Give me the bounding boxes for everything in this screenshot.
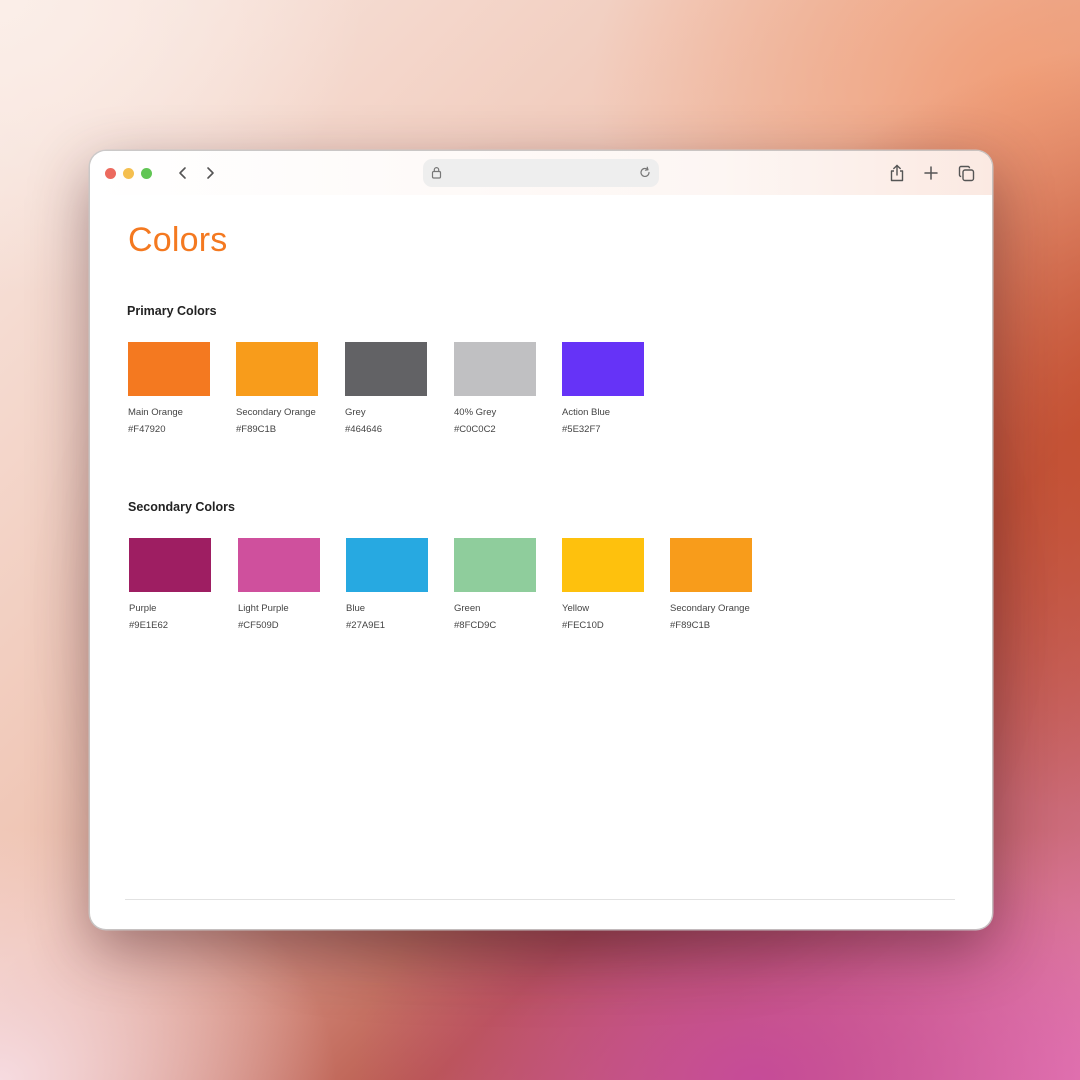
- swatch-name: Green: [454, 603, 481, 614]
- swatch-card-green: Green #8FCD9C: [454, 538, 554, 631]
- swatch-hex: #F89C1B: [670, 620, 711, 631]
- color-swatch: [238, 538, 320, 592]
- swatch-hex: #27A9E1: [346, 620, 386, 631]
- swatch-card-40-grey: 40% Grey #C0C0C2: [454, 342, 554, 435]
- color-swatch: [562, 538, 644, 592]
- browser-window: Colors Primary Colors Main Orange #F4792…: [90, 151, 992, 929]
- swatch-name: Action Blue: [562, 407, 611, 418]
- swatch-card-main-orange: Main Orange #F47920: [128, 342, 228, 435]
- swatch-hex: #8FCD9C: [454, 620, 497, 631]
- reload-icon[interactable]: [639, 166, 651, 184]
- secondary-colors-heading: Secondary Colors: [128, 500, 235, 514]
- color-swatch: [236, 342, 318, 396]
- swatch-card-blue: Blue #27A9E1: [346, 538, 446, 631]
- swatch-card-secondary-orange-2: Secondary Orange #F89C1B: [670, 538, 770, 631]
- swatch-hex: #9E1E62: [129, 620, 169, 631]
- close-window-button[interactable]: [105, 168, 116, 179]
- swatch-card-grey: Grey #464646: [345, 342, 445, 435]
- swatch-name: Yellow: [562, 603, 590, 614]
- color-swatch: [454, 538, 536, 592]
- browser-toolbar: [90, 151, 992, 195]
- swatch-hex: #464646: [345, 424, 382, 435]
- color-swatch: [670, 538, 752, 592]
- swatch-name: Secondary Orange: [670, 603, 750, 614]
- color-swatch: [562, 342, 644, 396]
- swatch-name: Purple: [129, 603, 157, 614]
- color-swatch: [345, 342, 427, 396]
- swatch-name: Light Purple: [238, 603, 289, 614]
- swatch-hex: #C0C0C2: [454, 424, 496, 435]
- page-content: Colors Primary Colors Main Orange #F4792…: [90, 195, 992, 929]
- share-icon[interactable]: [886, 162, 908, 184]
- color-swatch: [129, 538, 211, 592]
- page-title: Colors: [128, 221, 228, 259]
- primary-colors-heading: Primary Colors: [127, 304, 217, 318]
- new-tab-icon[interactable]: [920, 162, 942, 184]
- zoom-window-button[interactable]: [141, 168, 152, 179]
- color-swatch: [128, 342, 210, 396]
- swatch-hex: #FEC10D: [562, 620, 604, 631]
- footer-divider: [125, 899, 955, 900]
- minimize-window-button[interactable]: [123, 168, 134, 179]
- color-swatch: [346, 538, 428, 592]
- swatch-card-purple: Purple #9E1E62: [129, 538, 229, 631]
- swatch-name: Grey: [345, 407, 366, 418]
- back-icon[interactable]: [173, 163, 193, 183]
- swatch-hex: #5E32F7: [562, 424, 601, 435]
- swatch-hex: #F89C1B: [236, 424, 277, 435]
- forward-icon[interactable]: [200, 163, 220, 183]
- swatch-name: Blue: [346, 603, 366, 614]
- address-bar[interactable]: [423, 159, 659, 187]
- swatch-hex: #CF509D: [238, 620, 279, 631]
- swatch-card-yellow: Yellow #FEC10D: [562, 538, 662, 631]
- swatch-name: 40% Grey: [454, 407, 497, 418]
- swatch-card-secondary-orange: Secondary Orange #F89C1B: [236, 342, 336, 435]
- swatch-card-action-blue: Action Blue #5E32F7: [562, 342, 662, 435]
- swatch-card-light-purple: Light Purple #CF509D: [238, 538, 338, 631]
- tabs-overview-icon[interactable]: [955, 162, 977, 184]
- color-swatch: [454, 342, 536, 396]
- lock-icon: [431, 166, 442, 184]
- swatch-name: Main Orange: [128, 407, 183, 418]
- swatch-name: Secondary Orange: [236, 407, 316, 418]
- swatch-hex: #F47920: [128, 424, 166, 435]
